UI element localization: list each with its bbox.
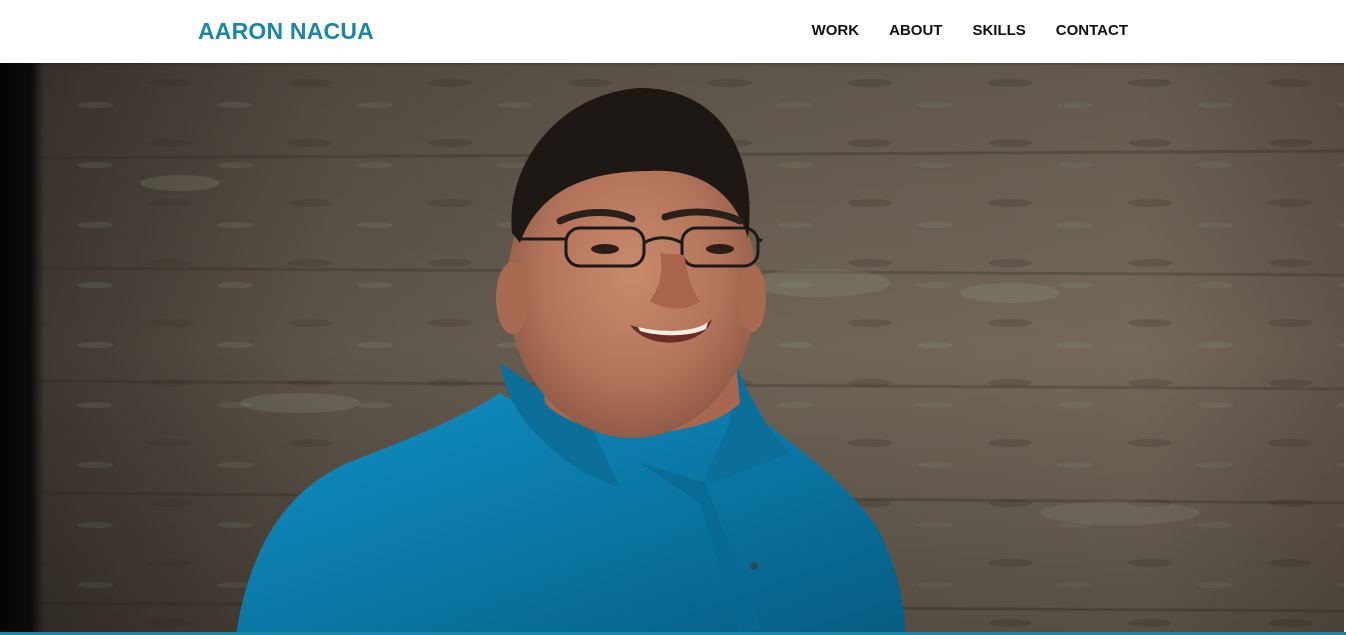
nav-link-work[interactable]: WORK [812, 20, 860, 42]
nav-link-about[interactable]: ABOUT [889, 20, 942, 42]
hero-left-shadow [0, 63, 44, 635]
nav-link-contact[interactable]: CONTACT [1056, 20, 1128, 42]
hero-portrait-image [0, 63, 1346, 635]
main-nav: WORK ABOUT SKILLS CONTACT [782, 20, 1128, 42]
hero-section [0, 63, 1346, 635]
site-logo-link[interactable]: AARON NACUA [198, 16, 374, 46]
top-navigation-bar: AARON NACUA WORK ABOUT SKILLS CONTACT [0, 0, 1346, 63]
nav-link-skills[interactable]: SKILLS [972, 20, 1025, 42]
